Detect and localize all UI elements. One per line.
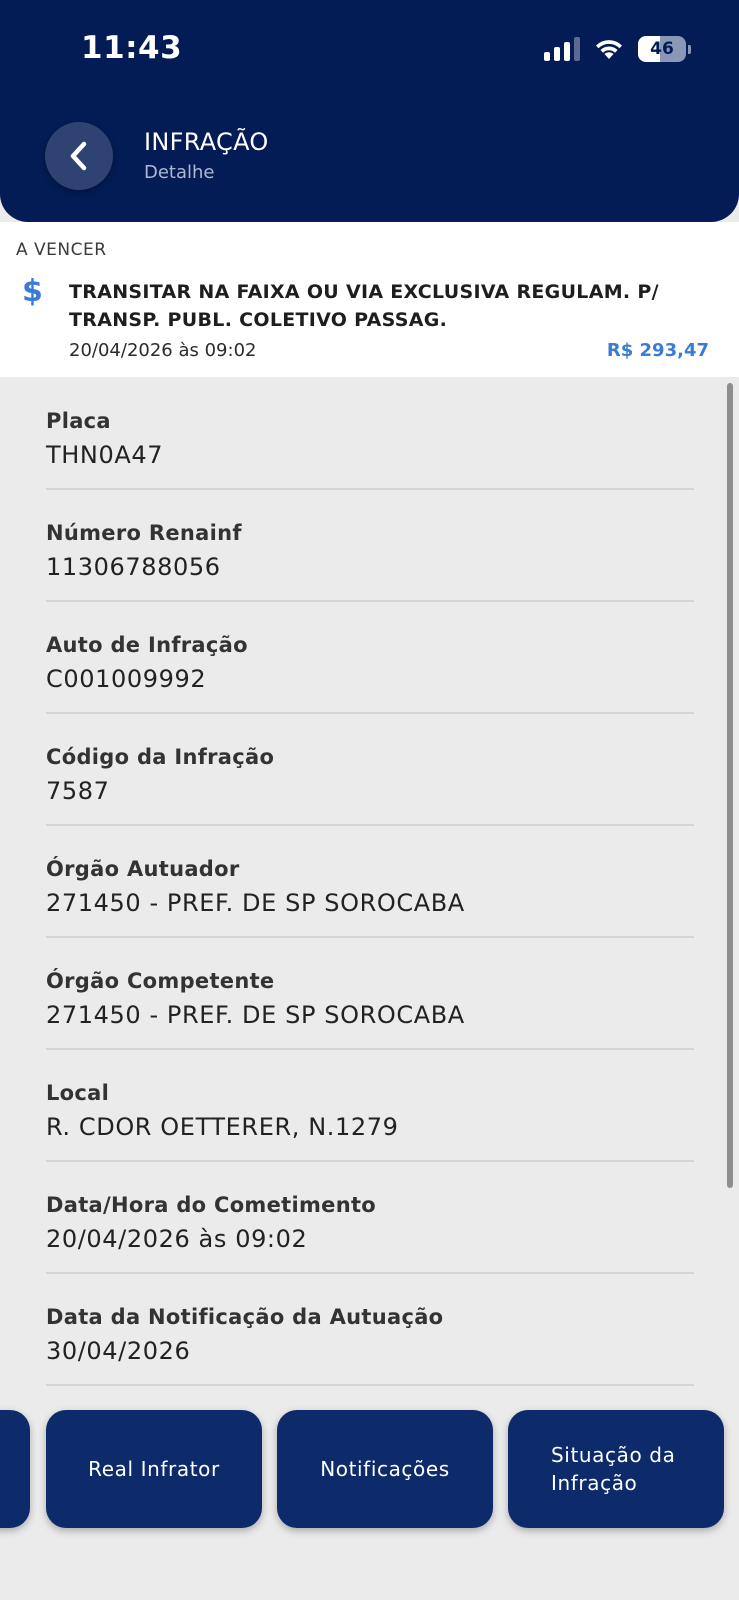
detail-value: R. CDOR OETTERER, N.1279 [46,1113,399,1141]
detail-label: Auto de Infração [46,633,248,657]
detail-codigo-infracao: Código da Infração 7587 [46,714,694,826]
status-icons: 46 [544,36,691,62]
detail-value: 11306788056 [46,553,221,581]
detail-label: Número Renainf [46,521,242,545]
detail-label: Órgão Competente [46,969,275,993]
detail-value: 7587 [46,777,110,805]
infraction-summary-card: A VENCER $ TRANSITAR NA FAIXA OU VIA EXC… [0,222,739,377]
chevron-left-icon [70,141,87,171]
scrollbar[interactable] [727,383,733,1188]
detail-label: Local [46,1081,110,1105]
detail-value: 30/04/2026 [46,1337,191,1365]
situacao-infracao-label: Situação da Infração [551,1443,676,1495]
detail-orgao-competente: Órgão Competente 271450 - PREF. DE SP SO… [46,938,694,1050]
detail-label: Código da Infração [46,745,275,769]
detail-label: Data da Notificação da Autuação [46,1305,444,1329]
infraction-description: TRANSITAR NA FAIXA OU VIA EXCLUSIVA REGU… [69,281,659,331]
battery-tip [688,44,691,54]
detail-placa: Placa THN0A47 [46,378,694,490]
back-button[interactable] [45,122,113,190]
battery-percent: 46 [650,39,674,59]
detail-local: Local R. CDOR OETTERER, N.1279 [46,1050,694,1162]
real-infrator-button[interactable]: Real Infrator [46,1410,262,1528]
battery-icon: 46 [638,36,686,62]
status-label: A VENCER [16,240,107,260]
detail-orgao-autuador: Órgão Autuador 271450 - PREF. DE SP SORO… [46,826,694,938]
detail-data-notificacao-autuacao: Data da Notificação da Autuação 30/04/20… [46,1274,694,1386]
dollar-icon: $ [22,274,43,309]
detail-label: Órgão Autuador [46,857,240,881]
infraction-amount: R$ 293,47 [606,340,709,361]
page-subtitle: Detalhe [144,162,215,183]
action-buttons-bar: Real Infrator Notificações Situação da I… [0,1410,739,1530]
detail-value: C001009992 [46,665,207,693]
header: 11:43 46 INFRAÇÃO Detalhe [0,0,739,222]
details-list: Placa THN0A47 Número Renainf 11306788056… [46,378,694,1386]
infraction-detail-screen: 11:43 46 INFRAÇÃO Detalhe A VENCER $ TRA… [0,0,739,1600]
detail-data-hora-cometimento: Data/Hora do Cometimento 20/04/2026 às 0… [46,1162,694,1274]
situacao-infracao-button[interactable]: Situação da Infração [508,1410,724,1528]
page-title: INFRAÇÃO [144,128,269,156]
detail-label: Placa [46,409,111,433]
status-time: 11:43 [81,30,183,66]
infraction-datetime: 20/04/2026 às 09:02 [69,340,257,361]
detail-value: 20/04/2026 às 09:02 [46,1225,308,1253]
detail-value: THN0A47 [46,441,164,469]
wifi-icon [596,40,622,59]
detail-numero-renainf: Número Renainf 11306788056 [46,490,694,602]
notificacoes-button[interactable]: Notificações [277,1410,493,1528]
detail-value: 271450 - PREF. DE SP SOROCABA [46,889,465,917]
detail-label: Data/Hora do Cometimento [46,1193,377,1217]
detail-value: 271450 - PREF. DE SP SOROCABA [46,1001,465,1029]
cellular-signal-icon [544,37,580,61]
detail-auto-infracao: Auto de Infração C001009992 [46,602,694,714]
action-button-offscreen[interactable] [0,1410,30,1528]
